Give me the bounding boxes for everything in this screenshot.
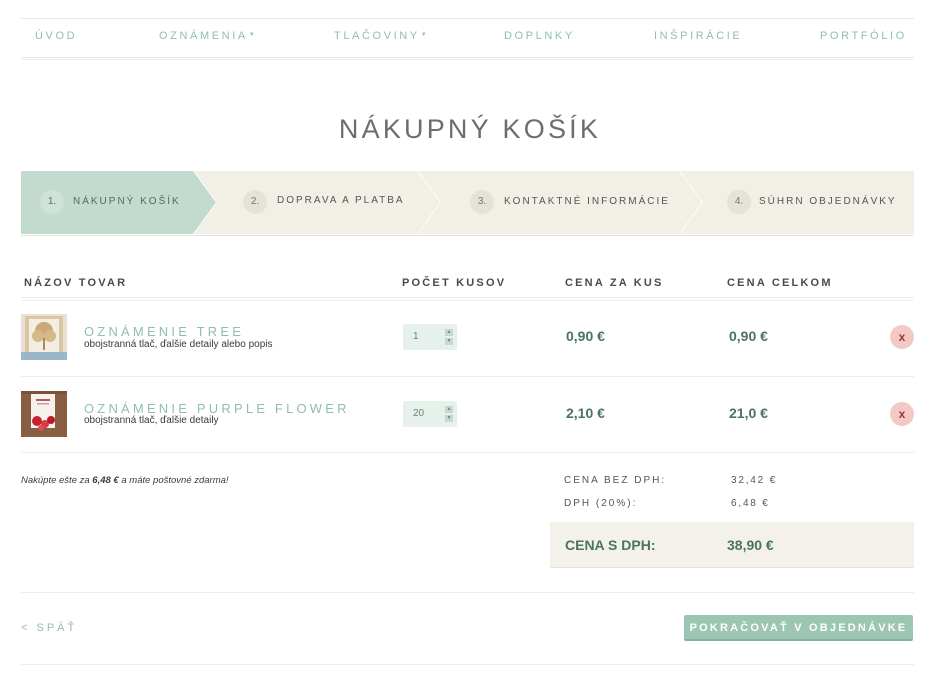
step-label: NÁKUPNÝ KOŠÍK <box>73 196 181 207</box>
checkout-steps: 1. NÁKUPNÝ KOŠÍK 2. DOPRAVA A PLATBA 3. … <box>21 171 914 236</box>
step-summary: 4. SÚHRN OBJEDNÁVKY <box>680 171 914 234</box>
divider <box>21 297 914 301</box>
nav-item-tlacoviny[interactable]: TLAČOVINY▼ <box>334 30 427 42</box>
product-name[interactable]: OZNÁMENIE TREE <box>84 324 244 339</box>
product-thumbnail-tree <box>21 314 67 360</box>
column-header-total: CENA CELKOM <box>727 277 833 289</box>
remove-item-button[interactable]: x <box>890 402 914 426</box>
nav-item-inspiracie[interactable]: INŠPIRÁCIE <box>654 30 742 42</box>
column-header-unit-price: CENA ZA KUS <box>565 277 664 289</box>
step-number: 1. <box>40 190 64 214</box>
row-total: 21,0 € <box>729 405 768 421</box>
step-shipping: 2. DOPRAVA A PLATBA <box>194 171 440 234</box>
free-shipping-note: Nakúpte ešte za 6,48 € a máte poštovné z… <box>21 475 229 486</box>
column-header-qty: POČET KUSOV <box>402 277 507 289</box>
remove-item-button[interactable]: x <box>890 325 914 349</box>
increment-icon[interactable]: ▲ <box>445 406 453 413</box>
quantity-stepper[interactable]: 1 ▲ ▼ <box>403 324 457 350</box>
product-thumbnail-purple-flower <box>21 391 67 437</box>
decrement-icon[interactable]: ▼ <box>445 415 453 422</box>
product-description: obojstranná tlač, ďalšie detaily alebo p… <box>84 339 273 350</box>
grand-total-value: 38,90 € <box>727 537 774 553</box>
nav-item-uvod[interactable]: ÚVOD <box>35 30 77 42</box>
free-shipping-amount: 6,48 € <box>92 475 119 486</box>
quantity-value[interactable]: 20 <box>413 408 424 419</box>
divider <box>21 592 914 593</box>
subtotal-value: 32,42 € <box>731 475 777 486</box>
nav-item-oznamenia[interactable]: OZNÁMENIA▼ <box>159 30 255 42</box>
decrement-icon[interactable]: ▼ <box>445 338 453 345</box>
column-header-name: NÁZOV TOVAR <box>24 277 128 289</box>
top-nav: ÚVOD OZNÁMENIA▼ TLAČOVINY▼ DOPLNKY INŠPI… <box>21 18 914 60</box>
back-link[interactable]: < SPÄŤ <box>21 622 77 634</box>
grand-total-box: CENA S DPH: 38,90 € <box>550 522 914 568</box>
increment-icon[interactable]: ▲ <box>445 329 453 336</box>
product-name[interactable]: OZNÁMENIE PURPLE FLOWER <box>84 401 350 416</box>
nav-item-portfolio[interactable]: PORTFÓLIO <box>820 30 907 42</box>
divider <box>21 452 914 453</box>
step-label: SÚHRN OBJEDNÁVKY <box>759 196 897 207</box>
unit-price: 2,10 € <box>566 405 605 421</box>
step-label: KONTAKTNÉ INFORMÁCIE <box>504 196 670 207</box>
chevron-down-icon: ▼ <box>420 32 427 38</box>
step-number: 2. <box>243 190 267 214</box>
quantity-stepper[interactable]: 20 ▲ ▼ <box>403 401 457 427</box>
nav-item-doplnky[interactable]: DOPLNKY <box>504 30 575 42</box>
vat-value: 6,48 € <box>731 498 770 509</box>
step-label: DOPRAVA A PLATBA <box>277 195 405 206</box>
product-description: obojstranná tlač, ďalšie detaily <box>84 415 219 426</box>
step-number: 4. <box>727 190 751 214</box>
close-icon: x <box>898 407 906 421</box>
step-contact: 3. KONTAKTNÉ INFORMÁCIE <box>418 171 702 234</box>
divider <box>21 664 914 665</box>
step-cart: 1. NÁKUPNÝ KOŠÍK <box>21 171 216 234</box>
divider <box>21 376 914 377</box>
unit-price: 0,90 € <box>566 328 605 344</box>
quantity-value[interactable]: 1 <box>413 331 419 342</box>
step-number: 3. <box>470 190 494 214</box>
continue-order-button[interactable]: POKRAČOVAŤ V OBJEDNÁVKE <box>684 615 913 641</box>
chevron-down-icon: ▼ <box>248 32 255 38</box>
close-icon: x <box>898 330 906 344</box>
page-title: NÁKUPNÝ KOŠÍK <box>338 114 602 145</box>
vat-label: DPH (20%): <box>564 498 638 509</box>
grand-total-label: CENA S DPH: <box>565 537 656 553</box>
row-total: 0,90 € <box>729 328 768 344</box>
divider <box>21 235 914 236</box>
subtotal-label: CENA BEZ DPH: <box>564 475 667 486</box>
